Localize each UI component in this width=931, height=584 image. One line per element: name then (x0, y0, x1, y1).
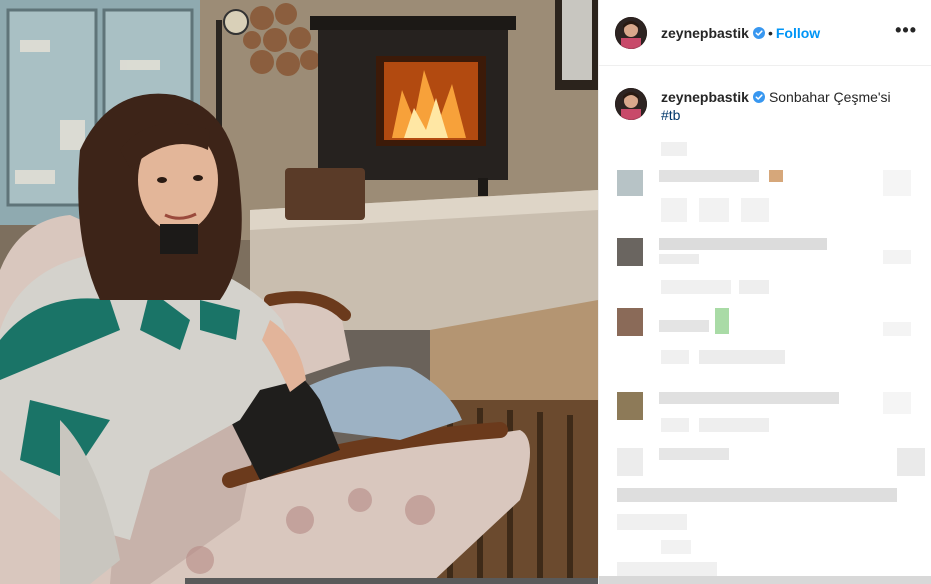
blurred-block (661, 350, 689, 364)
verified-badge-icon (752, 91, 765, 103)
avatar[interactable] (615, 16, 647, 49)
blurred-block (659, 170, 759, 182)
blurred-block (661, 280, 731, 294)
blurred-block (699, 350, 785, 364)
post-photo[interactable] (0, 0, 598, 584)
blurred-block (883, 392, 911, 414)
blurred-block (741, 198, 769, 222)
blurred-block (659, 320, 709, 332)
caption-avatar[interactable] (615, 88, 647, 120)
follow-button[interactable]: Follow (776, 25, 820, 41)
blurred-block (883, 250, 911, 264)
photo-scene (0, 0, 598, 584)
blurred-block (599, 576, 931, 584)
blurred-block (699, 198, 729, 222)
blurred-block (659, 448, 729, 460)
verified-badge-icon (752, 26, 765, 39)
comments-list-blurred (599, 130, 931, 584)
blurred-block (715, 308, 729, 334)
caption-username[interactable]: zeynepbastik (661, 89, 749, 105)
blurred-block (659, 254, 699, 264)
caption-body: Sonbahar Çeşme'si (768, 89, 891, 105)
blurred-block (661, 198, 687, 222)
blurred-avatar (617, 448, 643, 476)
post-header: zeynepbastik • Follow ••• (599, 0, 931, 66)
blurred-avatar (617, 170, 643, 196)
blurred-block (661, 418, 689, 432)
blurred-block (659, 238, 827, 250)
separator-dot: • (767, 24, 773, 41)
caption: zeynepbastik Sonbahar Çeşme'si #tb (599, 66, 931, 124)
avatar-ring (615, 17, 647, 49)
more-options-icon[interactable]: ••• (895, 21, 917, 41)
blurred-avatar (617, 308, 643, 336)
blurred-block (659, 392, 839, 404)
blurred-block (617, 488, 897, 502)
blurred-block (617, 514, 687, 530)
hashtag-link[interactable]: #tb (661, 107, 680, 123)
post-side-panel: zeynepbastik • Follow ••• zeynepbastikS (598, 0, 931, 584)
instagram-post: zeynepbastik • Follow ••• zeynepbastikS (0, 0, 931, 584)
blurred-block (661, 540, 691, 554)
blurred-avatar (617, 392, 643, 420)
blurred-block (883, 170, 911, 196)
blurred-block (661, 142, 687, 156)
blurred-block (617, 562, 717, 576)
caption-text: zeynepbastik Sonbahar Çeşme'si #tb (661, 88, 911, 124)
blurred-avatar (617, 238, 643, 266)
blurred-block (883, 322, 911, 336)
blurred-block (739, 280, 769, 294)
avatar-ring (615, 88, 647, 120)
blurred-block (699, 418, 769, 432)
header-username[interactable]: zeynepbastik (661, 25, 749, 41)
blurred-block (897, 448, 925, 476)
blurred-block (769, 170, 783, 182)
